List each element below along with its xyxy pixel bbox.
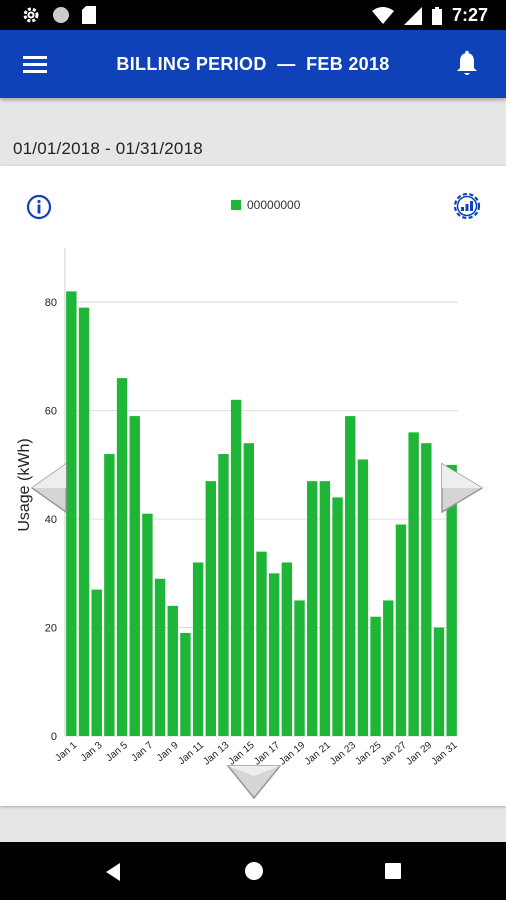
x-tick-label: Jan 11 [177, 740, 207, 768]
chart-bar[interactable] [142, 513, 153, 736]
chart-bar[interactable] [91, 589, 102, 736]
chart-legend: 00000000 [231, 198, 300, 212]
x-tick-label: Jan 27 [379, 740, 409, 768]
chart-bar[interactable] [421, 443, 432, 736]
status-time: 7:27 [451, 5, 488, 25]
chart-bar[interactable] [268, 573, 280, 736]
x-tick-label: Jan 7 [130, 740, 156, 764]
chart-bar[interactable] [129, 416, 140, 736]
chart-bar[interactable] [205, 481, 216, 736]
chart-bar[interactable] [332, 497, 343, 736]
signal-icon [403, 6, 422, 25]
chevron-down-icon[interactable] [226, 764, 282, 800]
chart-bar[interactable] [167, 605, 178, 736]
y-tick-label: 0 [51, 731, 57, 743]
bell-icon[interactable] [454, 50, 480, 78]
chart-bar[interactable] [218, 454, 229, 736]
bottom-strip [0, 818, 506, 842]
app-bar: BILLING PERIOD — FEB 2018 [0, 30, 506, 98]
chart-bar[interactable] [243, 443, 255, 736]
chart-bar[interactable] [357, 459, 369, 736]
x-tick-label: Jan 3 [79, 740, 105, 764]
home-icon[interactable] [244, 861, 264, 881]
legend-label: 00000000 [247, 198, 301, 212]
chevron-left-icon[interactable] [28, 462, 68, 514]
recents-icon[interactable] [384, 862, 402, 880]
chart-bar[interactable] [256, 551, 267, 736]
wifi-icon [371, 6, 394, 24]
chart-bar[interactable] [230, 399, 242, 736]
chart-bar[interactable] [307, 481, 318, 736]
chart-bar[interactable] [116, 378, 128, 736]
x-tick-label: Jan 25 [353, 740, 383, 768]
y-tick-label: 80 [45, 297, 57, 309]
chart-bar[interactable] [383, 600, 394, 736]
x-tick-label: Jan 29 [404, 740, 434, 768]
x-tick-label: Jan 1 [53, 740, 79, 764]
back-icon[interactable] [104, 862, 122, 882]
circle-icon [53, 7, 69, 23]
chart-bar[interactable] [104, 454, 115, 736]
chart-bar[interactable] [408, 432, 419, 736]
chart-bar[interactable] [395, 524, 407, 736]
page-title: BILLING PERIOD — FEB 2018 [116, 54, 390, 74]
chart-bar[interactable] [319, 481, 331, 736]
y-tick-label: 20 [45, 623, 57, 635]
x-tick-label: Jan 21 [303, 740, 333, 768]
usage-bar-chart: 020406080 Jan 1 Jan 3 Jan 5 Jan 7 Jan 9Jan 1… [16, 248, 460, 768]
x-tick-label: Jan 31 [430, 740, 460, 768]
y-tick-label: 60 [45, 406, 57, 418]
legend-swatch [231, 200, 241, 210]
chart-bar[interactable] [433, 627, 445, 736]
chart-bar[interactable] [370, 616, 381, 736]
x-tick-label: Jan 5 [104, 740, 130, 764]
chevron-right-icon[interactable] [440, 462, 484, 514]
chart-bar[interactable] [78, 307, 90, 736]
settings-icon[interactable] [451, 190, 483, 222]
battery-icon [431, 6, 442, 25]
chart-bar[interactable] [192, 562, 204, 736]
chart-bar[interactable] [345, 416, 356, 736]
info-icon[interactable] [26, 194, 52, 220]
gear-icon [23, 7, 39, 23]
chart-bar[interactable] [154, 578, 166, 736]
chart-bar[interactable] [180, 632, 191, 736]
sd-card-icon [82, 6, 96, 24]
chart-bar[interactable] [281, 562, 293, 736]
status-bar: 7:27 [0, 0, 506, 30]
x-tick-label: Jan 23 [328, 740, 358, 768]
chart-bar[interactable] [294, 600, 305, 736]
y-tick-label: 40 [45, 514, 57, 526]
billing-date-range: 01/01/2018 - 01/31/2018 [13, 139, 203, 158]
